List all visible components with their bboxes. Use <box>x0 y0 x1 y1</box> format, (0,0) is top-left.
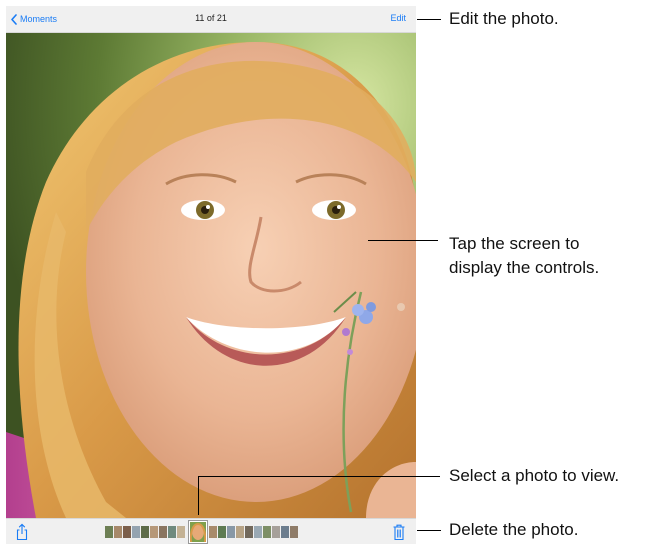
share-button[interactable] <box>15 523 29 541</box>
bottom-toolbar <box>6 518 416 544</box>
thumbnail[interactable] <box>218 526 226 538</box>
thumbnail[interactable] <box>105 526 113 538</box>
back-button[interactable]: Moments <box>11 12 57 26</box>
thumbnail[interactable] <box>227 526 235 538</box>
thumbnail[interactable] <box>290 526 298 538</box>
photo-view[interactable] <box>6 32 416 518</box>
thumbnail-scrubber[interactable] <box>105 521 305 543</box>
thumbnail[interactable] <box>132 526 140 538</box>
tap-callout-line2: display the controls. <box>449 258 600 277</box>
thumbnail[interactable] <box>209 526 217 538</box>
thumbnail[interactable] <box>177 526 185 538</box>
edit-button[interactable]: Edit <box>390 13 406 23</box>
selected-thumbnail-image <box>190 522 206 542</box>
thumbnail[interactable] <box>245 526 253 538</box>
select-callout: Select a photo to view. <box>449 466 620 485</box>
thumbnail[interactable] <box>150 526 158 538</box>
edit-callout: Edit the photo. <box>449 9 559 28</box>
chevron-left-icon <box>11 13 17 25</box>
thumbnail[interactable] <box>168 526 176 538</box>
thumbnail[interactable] <box>123 526 131 538</box>
thumbnail[interactable] <box>114 526 122 538</box>
selected-thumbnail[interactable] <box>189 521 207 543</box>
tap-callout-line1: Tap the screen to <box>449 234 580 253</box>
thumbnail[interactable] <box>159 526 167 538</box>
thumbnail[interactable] <box>263 526 271 538</box>
thumbnail[interactable] <box>281 526 289 538</box>
thumbnail[interactable] <box>141 526 149 538</box>
select-callout-line-vertical <box>198 476 199 515</box>
delete-callout: Delete the photo. <box>449 520 579 539</box>
ipad-screen: Moments 11 of 21 Edit <box>6 6 416 544</box>
select-callout-line-horizontal <box>198 476 440 477</box>
delete-button[interactable] <box>392 523 406 541</box>
thumbnail[interactable] <box>272 526 280 538</box>
thumbnail[interactable] <box>254 526 262 538</box>
thumbnail[interactable] <box>236 526 244 538</box>
tap-callout-line <box>368 240 438 241</box>
navigation-bar: Moments 11 of 21 Edit <box>6 6 416 33</box>
photo-counter: 11 of 21 <box>195 13 227 23</box>
back-button-label: Moments <box>20 14 58 24</box>
share-icon <box>16 523 28 541</box>
delete-callout-line <box>417 530 441 531</box>
trash-icon <box>393 524 405 541</box>
photo-image <box>6 32 416 518</box>
edit-callout-line <box>417 19 441 20</box>
